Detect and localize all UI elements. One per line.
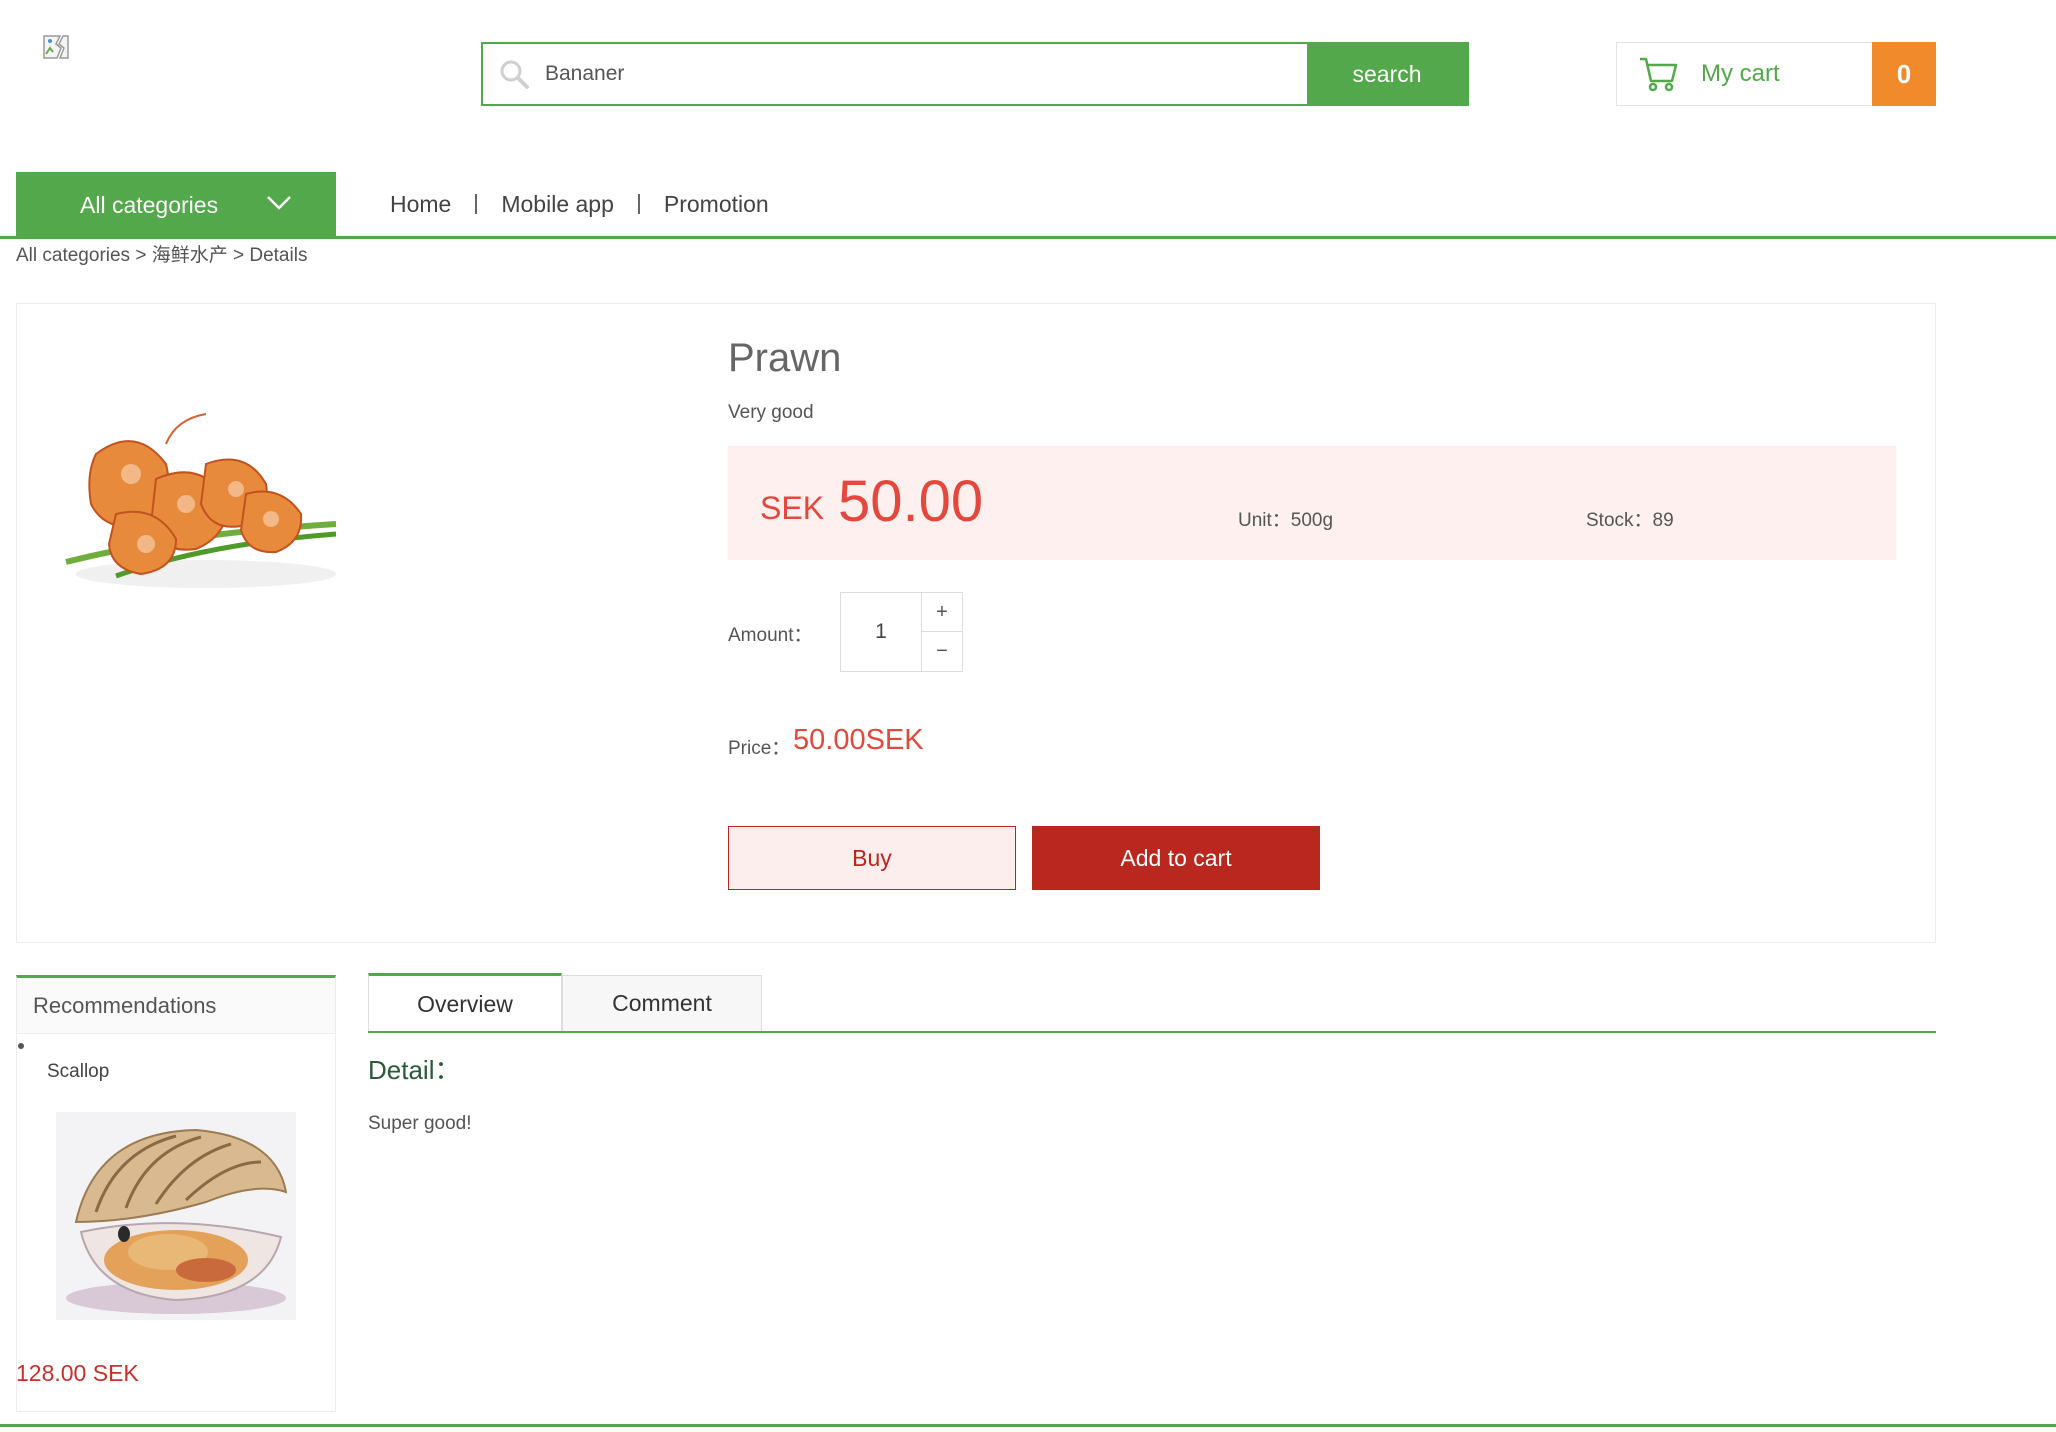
main-nav: Home Mobile app Promotion (390, 186, 769, 222)
total-price-value: 50.00SEK (793, 724, 924, 756)
footer-divider (0, 1424, 2056, 1427)
all-categories-dropdown[interactable]: All categories (16, 172, 336, 238)
search-button[interactable]: search (1307, 44, 1467, 104)
list-bullet (18, 1043, 24, 1049)
tab-overview[interactable]: Overview (368, 973, 562, 1033)
recommendations-title: Recommendations (17, 978, 335, 1034)
product-unit: Unit：500g (1238, 510, 1334, 531)
quantity-increment-button[interactable]: + (921, 592, 963, 632)
product-subtitle: Very good (728, 402, 814, 423)
broken-image-icon (43, 35, 69, 59)
product-stock: Stock：89 (1586, 510, 1674, 531)
detail-heading: Detail： (368, 1055, 461, 1085)
chevron-down-icon (267, 196, 291, 210)
product-title: Prawn (728, 336, 842, 380)
nav-link-mobile-app[interactable]: Mobile app (501, 191, 614, 218)
search-input[interactable] (545, 44, 1307, 104)
product-price: 50.00 (838, 469, 984, 534)
recommendation-name[interactable]: Scallop (47, 1061, 109, 1083)
nav-link-home[interactable]: Home (390, 191, 451, 218)
product-image (56, 384, 344, 594)
quantity-input[interactable]: 1 (840, 592, 922, 672)
nav-divider (637, 194, 640, 214)
nav-underline (0, 236, 2056, 239)
add-to-cart-button[interactable]: Add to cart (1032, 826, 1320, 890)
search-icon (483, 44, 545, 104)
all-categories-label: All categories (80, 191, 219, 218)
breadcrumb[interactable]: All categories > 海鲜水产 > Details (16, 240, 307, 267)
search-bar: search (481, 42, 1469, 106)
total-price-label: Price： (728, 738, 791, 759)
logo[interactable] (42, 34, 70, 60)
nav-divider (475, 194, 478, 214)
tab-underline (368, 1031, 1936, 1033)
tab-comment[interactable]: Comment (562, 975, 762, 1031)
price-currency: SEK (760, 490, 825, 526)
detail-text: Super good! (368, 1113, 472, 1134)
recommendation-image[interactable] (56, 1112, 296, 1320)
quantity-decrement-button[interactable]: − (921, 631, 963, 672)
nav-link-promotion[interactable]: Promotion (664, 191, 769, 218)
cart-count-badge[interactable]: 0 (1872, 42, 1936, 106)
amount-label: Amount： (728, 625, 813, 646)
cart-icon (1617, 55, 1701, 93)
buy-button[interactable]: Buy (728, 826, 1016, 890)
recommendation-price: 128.00 SEK (16, 1360, 139, 1386)
